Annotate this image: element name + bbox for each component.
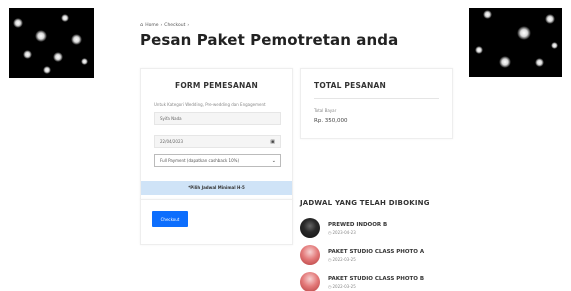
name-field[interactable]: Syifa Nada [154, 112, 281, 125]
booking-date-value: 2022-03-25 [332, 283, 356, 289]
booking-date-value: 2023-04-23 [332, 229, 356, 235]
booked-schedule-item: PAKET STUDIO CLASS PHOTO A ◷ 2022-03-25 [300, 244, 470, 266]
breadcrumb-separator: › [187, 22, 190, 28]
home-icon[interactable]: ⌂ [140, 22, 143, 28]
booking-date: ◷ 2022-03-25 [328, 284, 424, 289]
form-hint: Untuk Kategori Wedding, Pre-wedding dan … [154, 102, 266, 107]
package-name: PREWED INDOOR B [328, 221, 388, 228]
package-thumbnail [300, 272, 320, 291]
name-value: Syifa Nada [160, 116, 182, 121]
bokeh-image-right [469, 8, 562, 77]
checkout-button[interactable]: Checkout [152, 211, 188, 227]
package-thumbnail [300, 218, 320, 238]
package-name: PAKET STUDIO CLASS PHOTO A [328, 248, 425, 255]
order-form-card: FORM PEMESANAN Untuk Kategori Wedding, P… [140, 68, 293, 200]
chevron-down-icon: ⌄ [271, 157, 276, 164]
total-title: TOTAL PESANAN [314, 81, 387, 90]
total-label: Total Bayar [314, 108, 337, 113]
payment-selected-value: Full Payment (dapatkan cashback 10%) [160, 158, 240, 163]
booked-schedule-item: PAKET STUDIO CLASS PHOTO B ◷ 2022-03-25 [300, 271, 470, 291]
total-value: Rp. 350,000 [314, 118, 348, 124]
date-field[interactable]: 22/04/2023 ▣ [154, 135, 281, 148]
calendar-icon[interactable]: ▣ [270, 139, 275, 145]
bokeh-image-left [9, 8, 94, 78]
order-total-card: TOTAL PESANAN Total Bayar Rp. 350,000 [300, 68, 453, 139]
breadcrumb-separator: › [160, 22, 163, 28]
breadcrumb-checkout: Checkout [164, 22, 186, 28]
clock-icon: ◷ [328, 229, 332, 235]
booking-date-value: 2022-03-25 [332, 256, 356, 262]
package-name: PAKET STUDIO CLASS PHOTO B [328, 275, 425, 282]
booking-date: ◷ 2022-03-25 [328, 257, 424, 262]
package-thumbnail [300, 245, 320, 265]
booked-schedule-title: JADWAL YANG TELAH DIBOKING [300, 199, 430, 207]
schedule-notice: *Pilih Jadwal Minimal H-5 [141, 181, 292, 195]
date-value: 22/04/2023 [160, 139, 184, 144]
clock-icon: ◷ [328, 256, 332, 262]
total-divider [314, 98, 439, 99]
breadcrumb-home[interactable]: Home [145, 23, 158, 28]
booking-date: ◷ 2023-04-23 [328, 230, 387, 235]
payment-select[interactable]: Full Payment (dapatkan cashback 10%) ⌄ [154, 154, 281, 167]
checkout-card: Checkout [140, 199, 293, 245]
clock-icon: ◷ [328, 283, 332, 289]
booked-schedule-item: PREWED INDOOR B ◷ 2023-04-23 [300, 217, 470, 239]
breadcrumb: ⌂ Home › Checkout › [140, 22, 189, 28]
page-title: Pesan Paket Pemotretan anda [140, 31, 399, 49]
form-title: FORM PEMESANAN [175, 81, 258, 90]
